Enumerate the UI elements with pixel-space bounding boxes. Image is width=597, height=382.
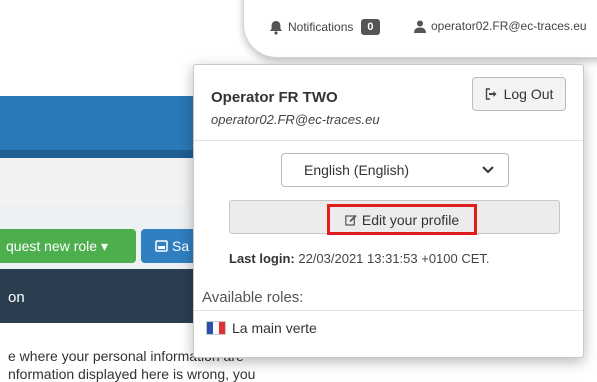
last-login-label: Last login:: [229, 251, 295, 266]
panel-text-line-2: nformation displayed here is wrong, you: [8, 366, 256, 382]
request-new-role-button[interactable]: quest new role ▾: [0, 229, 136, 263]
edit-profile-button[interactable]: Edit your profile: [229, 200, 560, 235]
notifications-link[interactable]: Notifications 0: [269, 19, 380, 35]
logout-label: Log Out: [503, 86, 554, 102]
language-select[interactable]: English (English): [281, 153, 509, 187]
operator-email: operator02.FR@ec-traces.eu: [211, 112, 380, 127]
bell-icon: [270, 20, 282, 35]
divider: [194, 310, 583, 311]
last-login-value: 22/03/2021 13:31:53 +0100 CET.: [298, 251, 490, 266]
divider: [194, 140, 583, 141]
operator-name: Operator FR TWO: [211, 89, 338, 106]
france-flag-icon: [206, 321, 226, 335]
available-roles-heading: Available roles:: [202, 289, 304, 306]
chevron-down-icon: [482, 166, 494, 174]
save-button-label: Sa: [172, 238, 190, 254]
language-selected-value: English (English): [304, 162, 410, 178]
panel-title: on: [8, 289, 25, 306]
edit-icon: [345, 214, 357, 226]
edit-profile-highlight: Edit your profile: [327, 204, 477, 235]
last-login: Last login: 22/03/2021 13:31:53 +0100 CE…: [229, 251, 490, 266]
notifications-count-badge: 0: [361, 19, 380, 35]
role-label: La main verte: [232, 320, 317, 336]
sign-out-icon: [485, 88, 497, 100]
role-item[interactable]: La main verte: [206, 320, 317, 336]
user-dropdown-menu: Operator FR TWO operator02.FR@ec-traces.…: [193, 64, 584, 358]
notifications-label: Notifications: [288, 20, 354, 34]
save-icon: [155, 240, 168, 252]
edit-profile-label: Edit your profile: [361, 211, 460, 228]
logout-button[interactable]: Log Out: [472, 77, 566, 111]
user-menu-toggle[interactable]: operator02.FR@ec-traces.eu: [414, 19, 587, 33]
user-icon: [414, 20, 426, 33]
user-email: operator02.FR@ec-traces.eu: [431, 19, 587, 33]
